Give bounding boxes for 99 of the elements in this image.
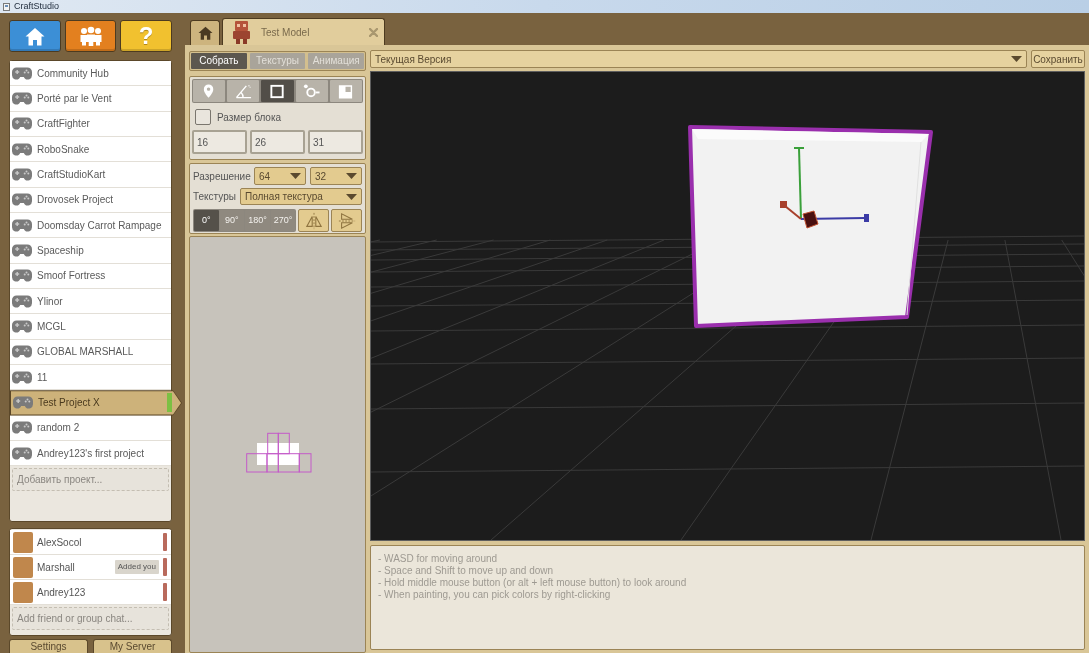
cube[interactable] (688, 125, 933, 328)
settings-button[interactable]: Settings (9, 639, 88, 653)
home-tab[interactable] (190, 20, 220, 45)
caret-icon (290, 173, 301, 179)
gamepad-icon (12, 446, 32, 460)
mirror-horizontal-icon (337, 211, 356, 230)
resolution-dropdown[interactable]: 32 (310, 167, 362, 185)
tool-button[interactable] (193, 80, 226, 102)
gamepad-icon (12, 92, 32, 105)
window-title: CraftStudio (14, 0, 60, 13)
project-item[interactable]: Spaceship (10, 238, 171, 264)
gamepad-icon (12, 243, 32, 257)
gamepad-icon (12, 269, 32, 283)
help-line: - Space and Shift to move up and down (378, 565, 554, 577)
texture-map-drawing (246, 432, 312, 473)
mirror-button[interactable] (298, 209, 330, 232)
mode-tab[interactable]: Собрать (191, 53, 247, 69)
project-item[interactable]: Porté par le Vent (10, 86, 171, 112)
gamepad-icon (12, 117, 32, 131)
home-button[interactable] (9, 20, 61, 52)
gamepad-icon (12, 421, 32, 435)
help-line: - When painting, you can pick colors by right-clicking (378, 589, 611, 601)
status-indicator-icon (163, 533, 167, 551)
project-item[interactable]: Andrey123's first project (10, 440, 171, 467)
textures-dropdown[interactable]: Полная текстура (239, 188, 362, 205)
caret-icon (346, 173, 357, 179)
save-button[interactable]: Сохранить (1031, 50, 1085, 68)
project-item[interactable]: RoboSnake (10, 137, 171, 163)
friend-item[interactable]: AlexSocol (10, 530, 171, 555)
friend-item[interactable]: Andrey123 (10, 580, 171, 605)
friend-name: Andrey123 (37, 585, 86, 600)
angle-icon (234, 82, 252, 100)
gamepad-icon (12, 294, 32, 308)
add-friend-field[interactable]: Add friend or group chat... (12, 607, 169, 630)
avatar-placeholder (13, 531, 33, 553)
friend-item[interactable]: Marshall Added you (10, 555, 171, 580)
size-field[interactable]: 31 (308, 130, 363, 154)
app-icon (3, 2, 10, 11)
server-button[interactable]: My Server (93, 639, 172, 653)
size-field[interactable]: 16 (192, 130, 247, 154)
gamepad-icon (12, 66, 32, 80)
notification-badge: Added you (114, 560, 159, 574)
avatar-placeholder (13, 556, 33, 578)
tool-button[interactable] (261, 80, 294, 102)
project-item[interactable]: Smoof Fortress (10, 263, 171, 289)
textures-label: Текстуры (193, 190, 236, 204)
axis-gizmo[interactable] (780, 147, 869, 229)
scale-icon (337, 82, 355, 100)
resolution-label: Разрешение (193, 169, 251, 184)
square-icon (269, 82, 286, 100)
tool-button[interactable] (227, 80, 260, 102)
project-item[interactable]: 11 (10, 364, 171, 391)
help-line: - WASD for moving around (378, 553, 498, 565)
project-item[interactable]: Ylinor (10, 288, 171, 315)
tool-button[interactable] (329, 80, 362, 102)
friend-name: Marshall (37, 560, 75, 575)
community-button[interactable] (64, 20, 117, 52)
mirror-vertical-icon (304, 211, 323, 230)
project-item[interactable]: GLOBAL MARSHALL (10, 339, 171, 365)
gamepad-icon (12, 370, 32, 384)
project-item[interactable]: Drovosek Project (10, 187, 171, 213)
rotation-button[interactable]: 0° (194, 210, 219, 231)
people-icon (78, 26, 103, 46)
caret-icon (346, 193, 357, 200)
home-icon (24, 26, 45, 46)
gamepad-icon (12, 142, 32, 156)
viewport-background[interactable] (370, 71, 1085, 541)
avatar-placeholder (13, 581, 33, 603)
project-item[interactable]: CraftStudioKart (10, 162, 171, 188)
gamepad-icon (12, 218, 32, 232)
gamepad-icon (13, 396, 33, 410)
checkbox[interactable] (195, 109, 211, 125)
add-project-field[interactable]: Добавить проект... (12, 468, 169, 492)
tool-button[interactable] (295, 80, 328, 102)
size-field[interactable]: 26 (250, 130, 305, 154)
friend-name: AlexSocol (37, 535, 82, 550)
status-indicator-icon (163, 558, 167, 576)
project-item[interactable]: Community Hub (10, 61, 171, 87)
gamepad-icon (12, 167, 32, 181)
character-icon (232, 20, 251, 44)
pivot-icon (303, 82, 321, 100)
project-item[interactable]: random 2 (10, 415, 171, 441)
gamepad-icon (12, 345, 32, 359)
project-item[interactable]: CraftFighter (10, 111, 171, 137)
selection-marker-icon (167, 393, 172, 413)
checkbox-label: Размер блока (217, 110, 282, 125)
gamepad-icon (12, 319, 32, 333)
caret-icon (1011, 56, 1022, 62)
gamepad-icon (12, 193, 32, 207)
project-item[interactable]: Test Project X (10, 390, 182, 416)
version-dropdown[interactable]: Текущая Версия (370, 50, 1027, 68)
close-icon (369, 27, 378, 37)
project-item[interactable]: MCGL (10, 314, 171, 340)
resolution-dropdown[interactable]: 64 (254, 167, 306, 185)
home-icon (197, 26, 213, 40)
help-line: - Hold middle mouse button (or alt + left mouse button) to look around (378, 577, 687, 589)
project-item[interactable]: Doomsday Carrot Rampage (10, 212, 171, 239)
status-indicator-icon (163, 583, 167, 601)
model-tab[interactable]: Test Model (222, 18, 385, 45)
